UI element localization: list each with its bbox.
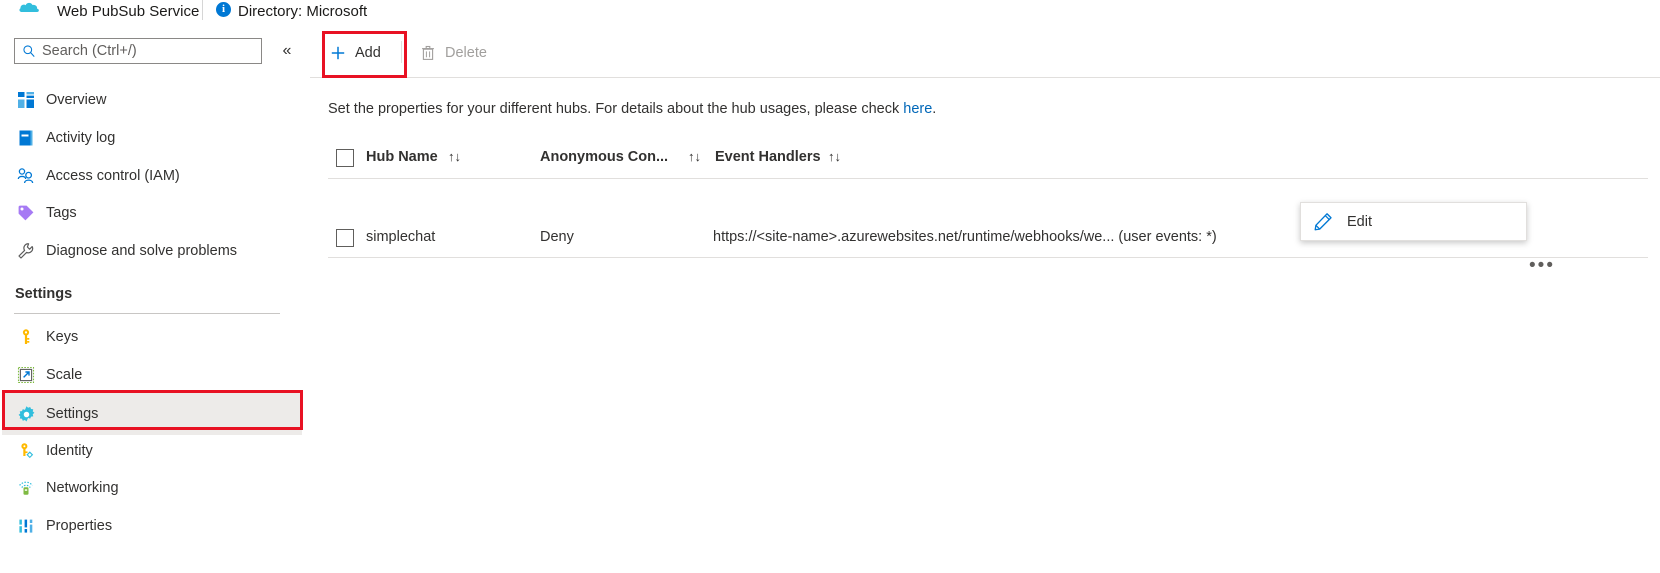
info-icon: i: [216, 2, 231, 17]
tag-icon: [15, 202, 37, 224]
sidebar-item-tags[interactable]: Tags: [2, 198, 302, 228]
sidebar-item-label: Scale: [46, 367, 83, 383]
row-checkbox[interactable]: [336, 229, 354, 247]
sidebar-item-label: Networking: [46, 480, 119, 496]
context-menu-item-label: Edit: [1347, 213, 1372, 230]
hub-usage-link[interactable]: here: [903, 101, 932, 117]
sidebar-item-properties[interactable]: Properties: [2, 511, 302, 541]
table-row-rule: [328, 257, 1648, 258]
sidebar-item-label: Keys: [46, 329, 79, 345]
pencil-edit-icon: [1314, 212, 1332, 230]
key-icon: [15, 326, 37, 348]
sidebar-item-keys[interactable]: Keys: [2, 322, 302, 352]
trash-icon: [422, 45, 434, 60]
sidebar-item-label: Overview: [46, 92, 107, 108]
plus-icon: [331, 46, 345, 60]
command-bar-bottom-rule: [310, 77, 1660, 78]
cell-event-handlers: https://<site-name>.azurewebsites.net/ru…: [713, 229, 1217, 245]
sidebar: Search (Ctrl+/) « Overview Activity log: [0, 28, 310, 573]
service-title: Web PubSub Service: [57, 3, 200, 20]
cell-anonymous-connect: Deny: [540, 229, 574, 245]
hub-description-period: .: [932, 101, 937, 117]
delete-button-label: Delete: [445, 45, 487, 61]
sidebar-item-overview[interactable]: Overview: [2, 85, 302, 115]
scale-icon: [15, 364, 37, 386]
row-more-actions-button[interactable]: •••: [1528, 256, 1556, 280]
directory-label: Directory: Microsoft: [238, 3, 368, 20]
search-input[interactable]: Search (Ctrl+/): [14, 38, 262, 64]
column-header-event-handlers[interactable]: Event Handlers: [715, 149, 821, 165]
sidebar-item-settings[interactable]: Settings: [2, 393, 302, 435]
search-icon: [23, 45, 35, 57]
command-bar-divider: [401, 41, 402, 63]
sidebar-item-diagnose[interactable]: Diagnose and solve problems: [2, 236, 302, 266]
access-control-icon: [15, 165, 37, 187]
sidebar-item-label: Activity log: [46, 130, 116, 146]
wrench-icon: [15, 240, 37, 262]
column-header-hub-name[interactable]: Hub Name: [366, 149, 438, 165]
properties-icon: [15, 515, 37, 537]
sidebar-section-header: Settings: [15, 286, 73, 302]
web-pubsub-cloud-icon: [19, 2, 39, 12]
sidebar-item-scale[interactable]: Scale: [2, 360, 302, 390]
sidebar-item-identity[interactable]: Identity: [2, 436, 302, 466]
table-header-row: Hub Name ↑↓ Anonymous Con... ↑↓ Event Ha…: [310, 138, 1660, 179]
sidebar-item-label: Tags: [46, 205, 77, 221]
sidebar-item-label: Access control (IAM): [46, 168, 180, 184]
sidebar-item-activity-log[interactable]: Activity log: [2, 123, 302, 153]
delete-button[interactable]: Delete: [410, 38, 497, 68]
add-button-label: Add: [355, 45, 381, 61]
collapse-sidebar-button[interactable]: «: [276, 40, 298, 62]
select-all-checkbox[interactable]: [336, 149, 354, 167]
sidebar-item-label: Settings: [46, 406, 99, 422]
sort-icon-hub-name[interactable]: ↑↓: [448, 149, 461, 164]
sidebar-item-label: Identity: [46, 443, 93, 459]
search-placeholder: Search (Ctrl+/): [42, 43, 137, 59]
sidebar-item-label: Diagnose and solve problems: [46, 243, 238, 259]
identity-icon: [15, 440, 37, 462]
sort-icon-event-handlers[interactable]: ↑↓: [828, 149, 841, 164]
main-content: Add Delete Set the properties for your d…: [310, 28, 1660, 573]
hub-description-text: Set the properties for your different hu…: [328, 101, 904, 117]
topbar-divider: [202, 0, 203, 20]
sidebar-item-networking[interactable]: Networking: [2, 473, 302, 503]
command-bar: Add Delete: [310, 28, 1660, 78]
sidebar-item-access-control[interactable]: Access control (IAM): [2, 161, 302, 191]
sidebar-item-label: Properties: [46, 518, 113, 534]
column-header-anonymous-connect[interactable]: Anonymous Con...: [540, 149, 668, 165]
gear-icon: [15, 403, 37, 425]
cell-hub-name: simplechat: [366, 229, 436, 245]
activity-log-icon: [15, 127, 37, 149]
hub-description: Set the properties for your different hu…: [328, 101, 936, 117]
sidebar-section-divider: [14, 313, 280, 314]
add-button[interactable]: Add: [320, 38, 391, 68]
overview-grid-icon: [15, 89, 37, 111]
sort-icon-anonymous-connect[interactable]: ↑↓: [688, 149, 701, 164]
row-context-menu[interactable]: Edit: [1300, 202, 1527, 241]
networking-icon: [15, 477, 37, 499]
top-bar: Web PubSub Service i Directory: Microsof…: [0, 0, 1660, 28]
